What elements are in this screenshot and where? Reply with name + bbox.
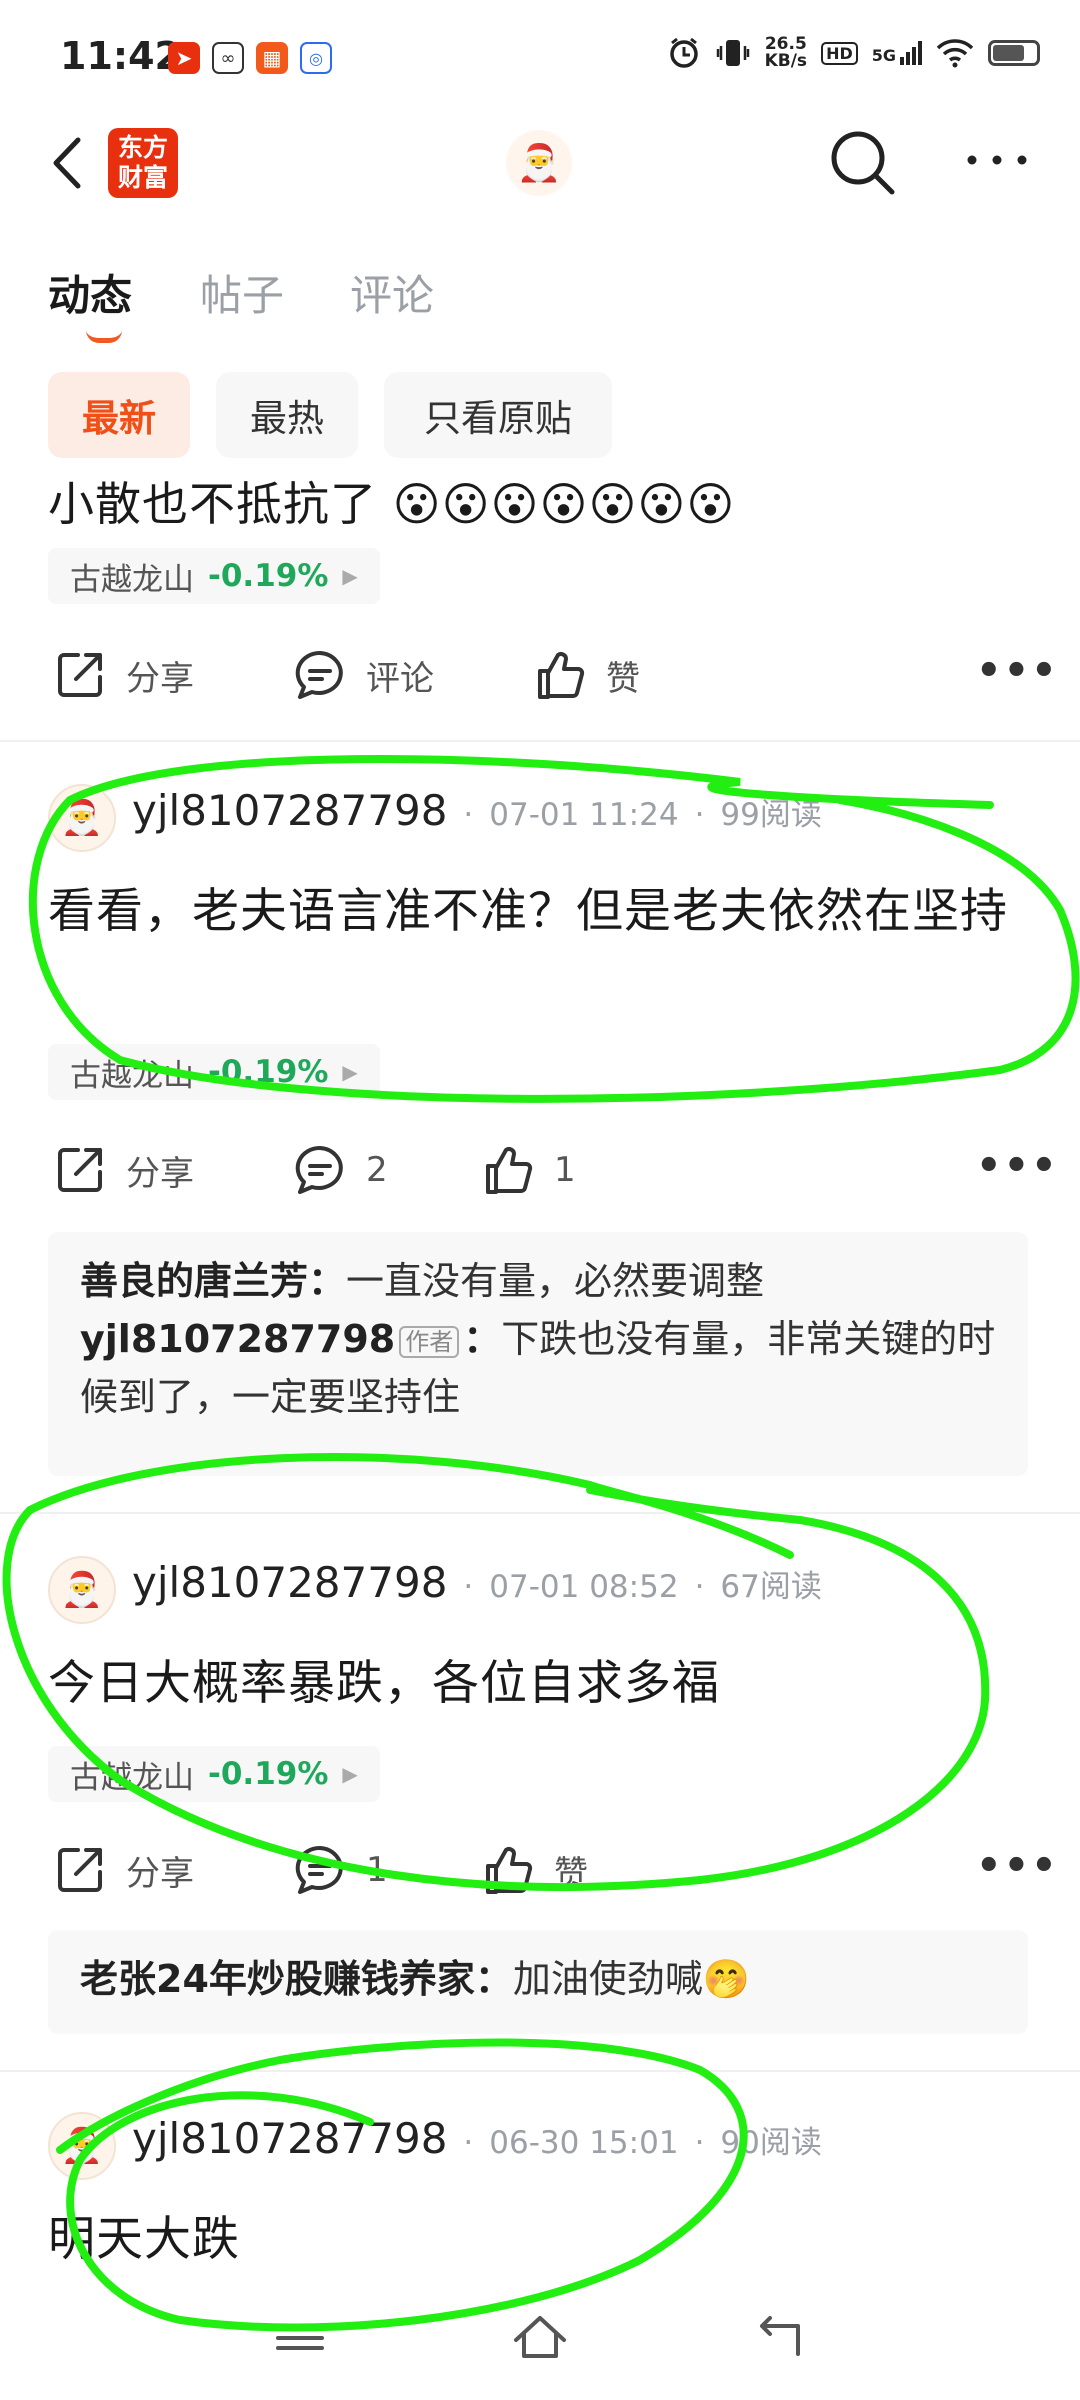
divider — [0, 1512, 1080, 1514]
thumbs-up-icon — [486, 1847, 533, 1894]
filter-original-only[interactable]: 只看原贴 — [384, 372, 612, 458]
post-body[interactable]: 明天大跌 — [48, 2206, 1038, 2274]
like-button[interactable]: 赞 — [480, 1840, 588, 1900]
menu-icon[interactable] — [268, 2310, 332, 2360]
filter-hottest[interactable]: 最热 — [216, 372, 358, 458]
play-icon: ▶ — [342, 1762, 358, 1786]
more-options-icon[interactable] — [962, 140, 1032, 180]
author-avatar[interactable]: 🎅 — [48, 1556, 116, 1624]
play-icon: ▶ — [342, 1060, 358, 1084]
author-badge: 作者 — [399, 1325, 460, 1358]
comment-button[interactable]: 1 — [292, 1840, 388, 1900]
user-avatar[interactable]: 🎅 — [506, 130, 572, 196]
divider — [0, 740, 1080, 742]
vibrate-icon — [716, 40, 749, 66]
status-icons: 26.5 KB/s HD 5G — [667, 36, 1040, 70]
status-time: 11:42 — [60, 34, 181, 78]
notification-app-icon: ◎ — [300, 42, 332, 74]
like-button[interactable]: 1 — [480, 1140, 576, 1200]
stock-tag[interactable]: 古越龙山 -0.19% ▶ — [48, 1746, 380, 1802]
comment-icon — [295, 650, 343, 699]
home-icon[interactable] — [508, 2310, 572, 2360]
comment-preview[interactable]: 善良的唐兰芳：一直没有量，必然要调整 yjl8107287798 作者 ：下跌也没有… — [48, 1232, 1028, 1476]
battery-icon — [988, 40, 1040, 66]
comment-icon — [295, 1145, 343, 1194]
stock-tag[interactable]: 古越龙山 -0.19% ▶ — [48, 548, 380, 604]
share-icon — [58, 1848, 102, 1892]
comment-preview[interactable]: 老张24年炒股赚钱养家：加油使劲喊🤭 — [48, 1930, 1028, 2034]
share-button[interactable]: 分享 — [52, 1140, 194, 1200]
author-avatar[interactable]: 🎅 — [48, 784, 116, 852]
post-meta: yjl8107287798 · 07-01 08:52 · 67阅读 — [132, 1558, 822, 1607]
net-speed: 26.5 KB/s — [764, 34, 808, 71]
post-body[interactable]: 看看，老夫语言准不准？但是老夫依然在坚持 — [48, 878, 1038, 946]
post-more-icon[interactable]: ••• — [976, 648, 1059, 694]
play-icon: ▶ — [342, 564, 358, 588]
share-icon — [58, 1148, 102, 1192]
comment-button[interactable]: 评论 — [292, 645, 434, 705]
comment-icon — [295, 1845, 343, 1894]
hd-icon: HD — [821, 41, 858, 65]
thumbs-up-icon — [486, 1147, 533, 1194]
stock-tag[interactable]: 古越龙山 -0.19% ▶ — [48, 1044, 380, 1100]
tab-posts[interactable]: 帖子 — [200, 262, 284, 323]
eastmoney-logo: 东方 财富 — [108, 128, 178, 198]
author-avatar[interactable]: 🎅 — [48, 2112, 116, 2180]
signal-icon: 5G — [872, 41, 922, 65]
tab-dynamic[interactable]: 动态 — [48, 262, 132, 323]
notification-app-icon: ∞ — [212, 42, 244, 74]
active-tab-indicator — [86, 330, 122, 343]
reply: 善良的唐兰芳：一直没有量，必然要调整 — [80, 1259, 765, 1303]
divider — [0, 2070, 1080, 2072]
reply: 老张24年炒股赚钱养家：加油使劲喊🤭 — [80, 1957, 751, 2001]
green-annotation-marks — [2, 755, 1080, 2332]
author-name[interactable]: yjl8107287798 — [132, 2114, 447, 2163]
post-more-icon[interactable]: ••• — [976, 1143, 1059, 1189]
tab-comments[interactable]: 评论 — [350, 262, 434, 323]
search-icon[interactable] — [826, 126, 900, 200]
post-more-icon[interactable]: ••• — [976, 1843, 1059, 1889]
back-icon[interactable] — [748, 2310, 812, 2360]
back-arrow-icon[interactable] — [44, 128, 100, 198]
filter-latest[interactable]: 最新 — [48, 372, 190, 458]
comment-button[interactable]: 2 — [292, 1140, 388, 1200]
author-name[interactable]: yjl8107287798 — [132, 1558, 447, 1607]
alarm-icon — [669, 37, 698, 68]
notification-app-icon: ▦ — [256, 42, 288, 74]
post-meta: yjl8107287798 · 06-30 15:01 · 90阅读 — [132, 2114, 822, 2163]
like-button[interactable]: 赞 — [532, 645, 640, 705]
reply: yjl8107287798 作者 ：下跌也没有量，非常关键的时候到了，一定要坚持住 — [80, 1317, 996, 1419]
post-body[interactable]: 今日大概率暴跌，各位自求多福 — [48, 1650, 1038, 1718]
share-button[interactable]: 分享 — [52, 645, 194, 705]
share-button[interactable]: 分享 — [52, 1840, 194, 1900]
post-meta: yjl8107287798 · 07-01 11:24 · 99阅读 — [132, 786, 822, 835]
notification-app-icon: ➤ — [168, 42, 200, 74]
post-body: 小散也不抵抗了 😮😮😮😮😮😮😮 — [48, 477, 736, 531]
thumbs-up-icon — [538, 652, 585, 699]
wifi-icon — [936, 39, 974, 68]
share-icon — [58, 653, 102, 697]
author-name[interactable]: yjl8107287798 — [132, 786, 447, 835]
